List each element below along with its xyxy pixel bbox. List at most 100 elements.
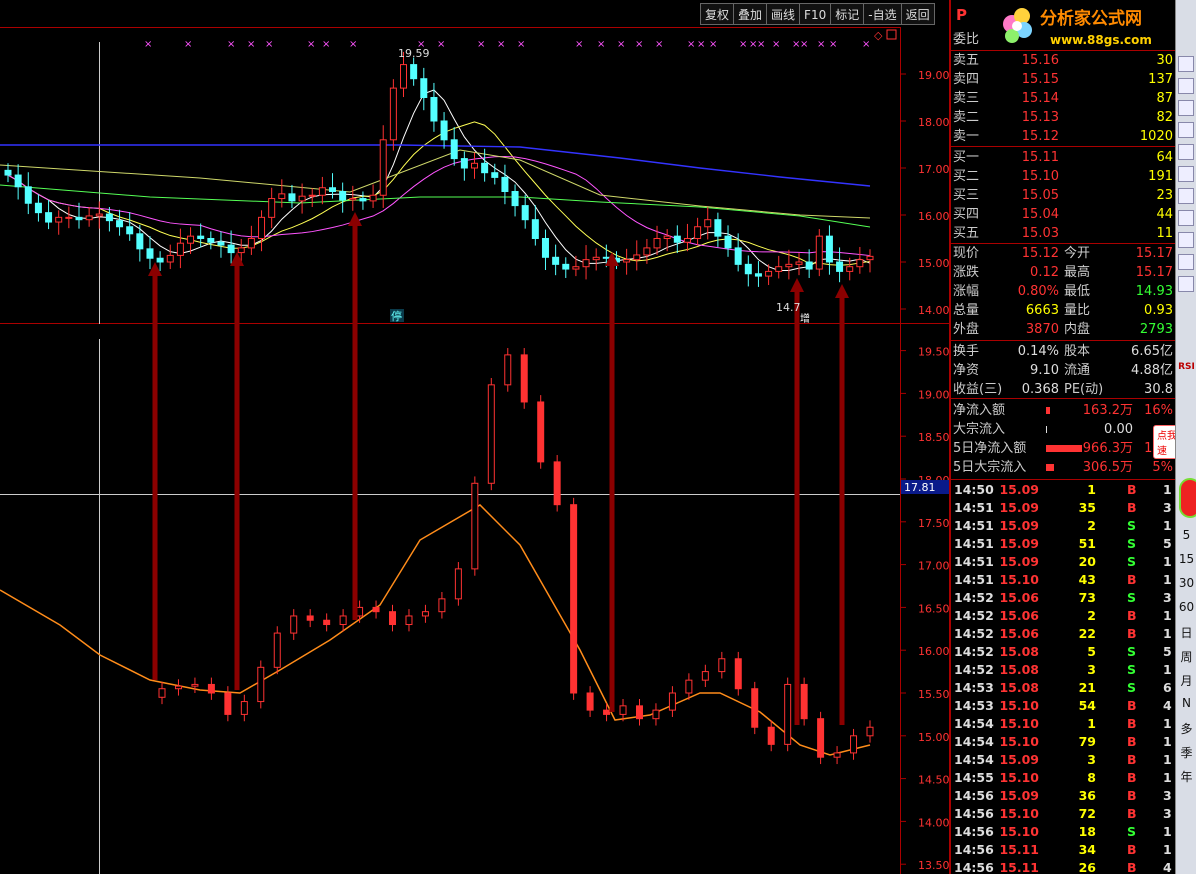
tick-p: 15.10 — [999, 698, 1039, 713]
crosshair-v-lower — [99, 339, 100, 874]
candle-body — [795, 261, 803, 265]
candle-body — [34, 202, 42, 214]
candle-body — [45, 212, 53, 223]
tool-icon[interactable] — [1178, 122, 1194, 138]
bid-volume: 191 — [1148, 169, 1173, 184]
candle-body — [156, 257, 164, 263]
flow-bar — [1046, 445, 1082, 452]
period-60[interactable]: 60 — [1176, 600, 1196, 614]
candle-body — [866, 255, 874, 261]
indicator-body — [471, 482, 479, 570]
candle-body — [481, 162, 489, 174]
flow-row: 5日大宗流入 306.5万 5% — [951, 458, 1175, 477]
bid-price: 15.10 — [1021, 169, 1059, 184]
period-30[interactable]: 30 — [1176, 576, 1196, 590]
remove-favorite-button[interactable]: -自选 — [863, 3, 902, 25]
overlay-button[interactable]: 叠加 — [733, 3, 768, 25]
back-button[interactable]: 返回 — [900, 3, 935, 25]
tick-list[interactable]: 14:50 15.09 1 B 1 14:51 15.09 35 B 3 14:51 15.09 2 S 1… — [951, 481, 1175, 874]
period-季[interactable]: 季 — [1176, 744, 1196, 761]
rsi-badge[interactable]: RSI — [1176, 362, 1196, 372]
period-日[interactable]: 日 — [1176, 624, 1196, 641]
tool-icon[interactable] — [1178, 144, 1194, 160]
tool-icon[interactable] — [1178, 56, 1194, 72]
period-15[interactable]: 15 — [1176, 552, 1196, 566]
candle-body — [683, 238, 691, 243]
stat-label-2: 内盘 — [1064, 322, 1091, 337]
tool-icon[interactable] — [1178, 276, 1194, 292]
period-多[interactable]: 多 — [1176, 720, 1196, 737]
tick-row: 14:55 15.10 8 B 1 — [951, 769, 1175, 787]
chart-area[interactable]: 19.00 18.00 17.00 16.00 15.00 14.00 19.50 19.0… — [0, 0, 951, 874]
tick-s: B — [1127, 608, 1137, 623]
tick-n: 1 — [1163, 716, 1172, 731]
tool-icon[interactable] — [1178, 100, 1194, 116]
candle-body — [389, 87, 397, 141]
draw-line-button[interactable]: 画线 — [766, 3, 801, 25]
flow-value: 163.2万 — [1082, 403, 1133, 418]
tool-icon[interactable] — [1178, 166, 1194, 182]
candle-body — [288, 193, 296, 202]
period-月[interactable]: 月 — [1176, 672, 1196, 689]
chart-frame — [0, 0, 951, 874]
axis-label: 17.50 — [918, 517, 950, 530]
ask-volume: 82 — [1156, 110, 1173, 125]
candle-body — [765, 270, 773, 277]
period-年[interactable]: 年 — [1176, 768, 1196, 785]
candle-body — [562, 263, 570, 270]
tool-icon[interactable] — [1178, 232, 1194, 248]
ma-120-line — [0, 144, 871, 187]
diamond-icon: ◇ — [874, 29, 883, 42]
tick-row: 14:52 15.08 3 S 1 — [951, 661, 1175, 679]
indicator-body — [257, 666, 265, 703]
indicator-candles — [158, 348, 874, 765]
candle-body — [815, 235, 823, 270]
bid-volume: 23 — [1156, 188, 1173, 203]
flow-row: 5日净流入额966.3万17% — [951, 439, 1175, 458]
bid-row: 买一 15.11 64 — [951, 148, 1175, 167]
tool-icon[interactable] — [1178, 188, 1194, 204]
candle-body — [582, 259, 590, 268]
quote-separator — [951, 146, 1175, 147]
candle-body — [694, 226, 702, 239]
candle-body — [511, 191, 519, 207]
tick-p: 15.10 — [999, 806, 1039, 821]
high-price-label: 19.59 — [398, 47, 430, 60]
p-indicator[interactable]: P — [956, 6, 967, 24]
signal-x-mark: × — [497, 39, 505, 50]
tick-p: 15.11 — [999, 842, 1039, 857]
period-N[interactable]: N — [1176, 696, 1196, 710]
float-ball-icon[interactable] — [1179, 478, 1196, 518]
tick-s: B — [1127, 698, 1137, 713]
fund-row: 收益(三) 0.368 PE(动) 30.8 — [951, 380, 1175, 399]
tick-n: 6 — [1163, 680, 1172, 695]
f10-button[interactable]: F10 — [799, 3, 832, 25]
candle-body — [552, 256, 560, 265]
period-周[interactable]: 周 — [1176, 648, 1196, 665]
flow-bar — [1046, 464, 1054, 471]
tick-row: 14:52 15.08 5 S 5 — [951, 643, 1175, 661]
tick-t: 14:56 — [954, 824, 994, 839]
mark-button[interactable]: 标记 — [830, 3, 865, 25]
fuquan-button[interactable]: 复权 — [700, 3, 735, 25]
candle-body — [531, 219, 539, 239]
candle-body — [339, 191, 347, 201]
indicator-body — [372, 606, 380, 613]
tool-icon[interactable] — [1178, 78, 1194, 94]
period-5[interactable]: 5 — [1176, 528, 1196, 542]
axis-label: 16.00 — [918, 210, 950, 223]
flow-label: 5日大宗流入 — [953, 460, 1027, 475]
fund-value-2: 6.65亿 — [1131, 344, 1173, 359]
signal-arrow-head — [348, 212, 362, 226]
tick-v: 2 — [1087, 608, 1096, 623]
flow-row: 净流入额 163.2万 16% — [951, 401, 1175, 420]
candle-body — [258, 216, 266, 240]
signal-arrow-head — [835, 284, 849, 298]
tool-icon[interactable] — [1178, 254, 1194, 270]
bid-row: 买三 15.05 23 — [951, 186, 1175, 205]
indicator-body — [487, 384, 495, 484]
candle-body — [744, 263, 752, 275]
tool-icon[interactable] — [1178, 210, 1194, 226]
fund-value: 9.10 — [1030, 363, 1059, 378]
tick-row: 14:51 15.09 2 S 1 — [951, 517, 1175, 535]
